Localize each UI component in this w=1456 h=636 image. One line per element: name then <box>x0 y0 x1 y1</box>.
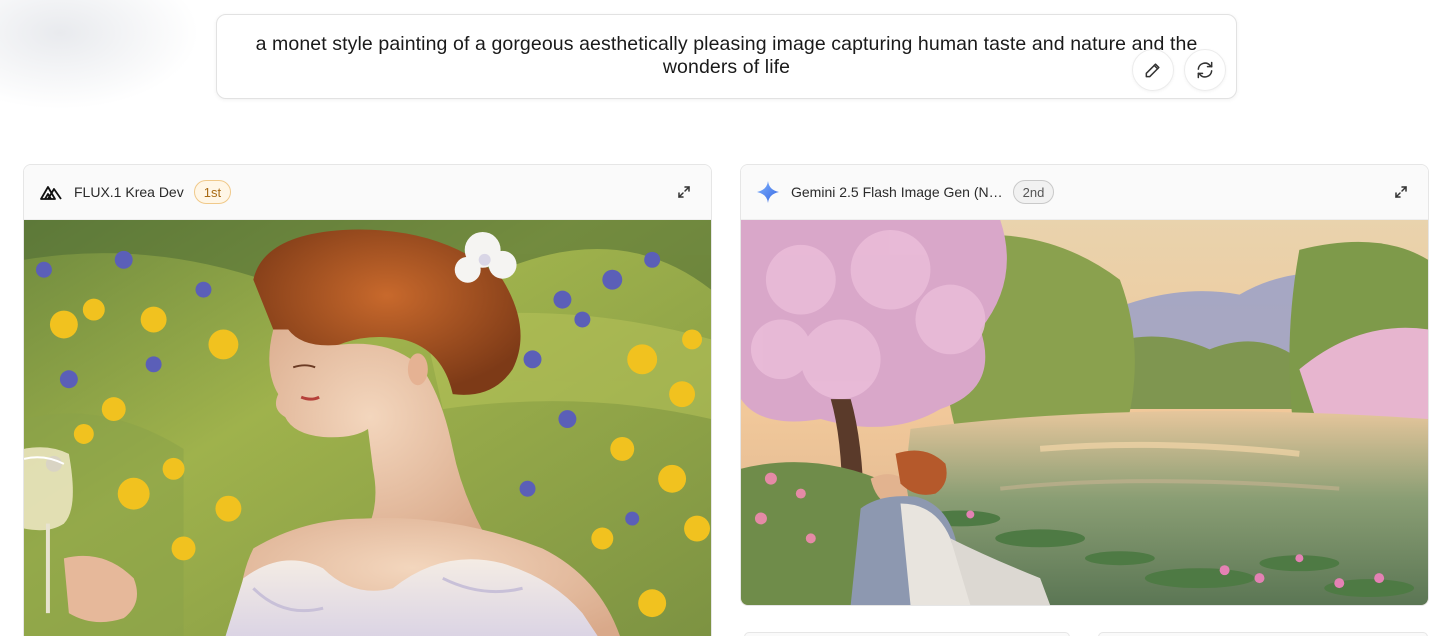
prompt-text: a monet style painting of a gorgeous aes… <box>255 33 1198 78</box>
generated-image[interactable] <box>741 220 1428 605</box>
edit-icon <box>1145 63 1160 78</box>
gemini-sparkle-icon <box>755 179 781 205</box>
regenerate-icon <box>1197 61 1213 79</box>
card-header: FLUX.1 Krea Dev 1st <box>24 165 711 220</box>
prompt-actions <box>1132 49 1226 91</box>
expand-button[interactable] <box>675 183 693 201</box>
corner-decoration <box>0 0 200 110</box>
next-card-stub <box>1098 632 1428 636</box>
arena-comparison-page: a monet style painting of a gorgeous aes… <box>0 0 1456 636</box>
flux-logo-icon <box>38 179 64 205</box>
next-card-stub <box>744 632 1070 636</box>
expand-icon <box>678 186 690 198</box>
generated-image[interactable] <box>24 220 711 636</box>
model-name: Gemini 2.5 Flash Image Gen (N… <box>791 184 1003 200</box>
model-card-gemini: Gemini 2.5 Flash Image Gen (N… 2nd <box>740 164 1429 606</box>
card-header: Gemini 2.5 Flash Image Gen (N… 2nd <box>741 165 1428 220</box>
model-name: FLUX.1 Krea Dev <box>74 184 184 200</box>
edit-prompt-button[interactable] <box>1132 49 1174 91</box>
prompt-box: a monet style painting of a gorgeous aes… <box>216 14 1237 99</box>
expand-icon <box>1395 186 1407 198</box>
model-card-flux: FLUX.1 Krea Dev 1st <box>23 164 712 636</box>
rank-badge: 2nd <box>1012 180 1055 204</box>
expand-button[interactable] <box>1392 183 1410 201</box>
rank-badge: 1st <box>193 180 232 204</box>
regenerate-button[interactable] <box>1184 49 1226 91</box>
